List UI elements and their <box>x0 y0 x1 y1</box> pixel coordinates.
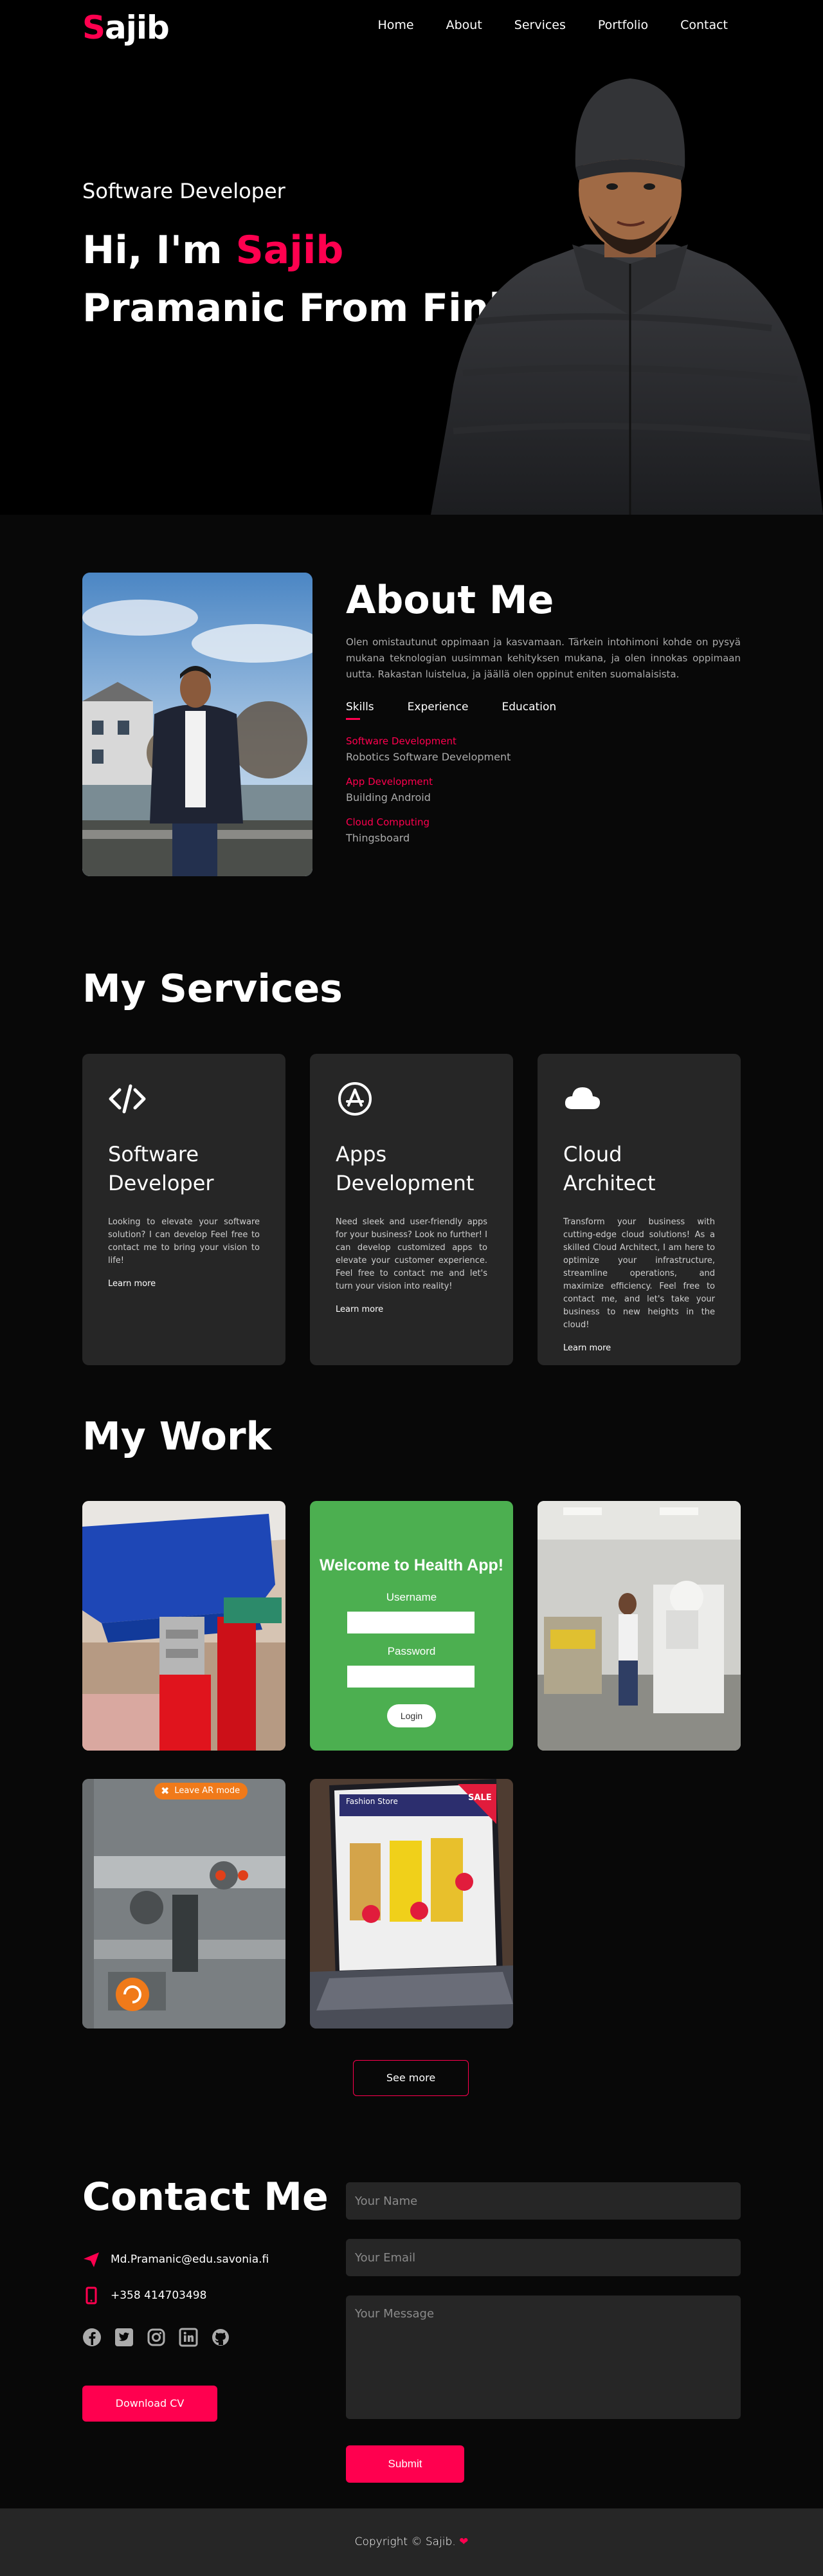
service-title: Software Developer <box>108 1142 214 1195</box>
tab-skills[interactable]: Skills <box>346 701 374 722</box>
hero-subtitle: Software Developer <box>82 179 285 203</box>
app-store-icon <box>338 1082 372 1116</box>
password-field <box>347 1666 475 1688</box>
ar-mode-label: Leave AR mode <box>174 1786 240 1796</box>
main-nav: Home About Services Portfolio Contact <box>345 18 728 32</box>
work-image <box>310 1779 513 2029</box>
nav-about[interactable]: About <box>446 18 482 32</box>
name-input[interactable] <box>346 2182 741 2220</box>
contact-phone: +358 414703498 <box>82 2286 206 2305</box>
instagram-icon[interactable] <box>147 2328 166 2347</box>
twitter-icon[interactable] <box>114 2328 134 2347</box>
hero-section: Sajib Home About Services Portfolio Cont… <box>0 0 823 515</box>
hero-title-prefix: Hi, I'm <box>82 228 236 273</box>
logo-initial: S <box>82 9 105 46</box>
download-cv-button[interactable]: Download CV <box>82 2386 217 2422</box>
work-item-health-app[interactable]: Welcome to Health App! Username Password… <box>310 1501 513 1751</box>
see-more-button[interactable]: See more <box>353 2060 469 2096</box>
facebook-icon[interactable] <box>82 2328 102 2347</box>
skill-detail: Building Android <box>346 791 431 804</box>
paper-plane-icon <box>84 2252 99 2267</box>
tab-education[interactable]: Education <box>502 701 556 722</box>
about-paragraph: Olen omistautunut oppimaan ja kasvamaan.… <box>346 636 741 680</box>
nav-home[interactable]: Home <box>377 18 413 32</box>
nav-portfolio[interactable]: Portfolio <box>598 18 648 32</box>
skill-detail: Thingsboard <box>346 832 410 844</box>
about-title: About Me <box>346 578 554 623</box>
username-label: Username <box>386 1591 437 1603</box>
store-title: Fashion Store <box>346 1797 398 1806</box>
logo-text: ajib <box>105 9 170 46</box>
contact-title: Contact Me <box>82 2175 329 2220</box>
contact-email: Md.Pramanic@edu.savonia.fi <box>82 2250 269 2268</box>
sale-badge: SALE <box>468 1793 492 1803</box>
phone-icon <box>86 2286 97 2305</box>
copyright-text: Copyright © Sajib. <box>354 2535 456 2548</box>
about-section: About Me Olen omistautunut oppimaan ja k… <box>346 573 741 857</box>
learn-more-link[interactable]: Learn more <box>108 1279 156 1289</box>
skills-list: Software Development Robotics Software De… <box>346 735 741 844</box>
services-title: My Services <box>82 966 343 1011</box>
github-icon[interactable] <box>211 2328 230 2347</box>
email-input[interactable] <box>346 2239 741 2276</box>
work-item-robot-lab[interactable] <box>538 1501 741 1751</box>
cloud-icon <box>565 1087 601 1109</box>
username-field <box>347 1612 475 1633</box>
tab-experience[interactable]: Experience <box>408 701 469 722</box>
heart-icon: ❤ <box>459 2535 469 2548</box>
work-title: My Work <box>82 1414 272 1459</box>
skill-title: App Development <box>346 776 433 787</box>
learn-more-link[interactable]: Learn more <box>563 1343 611 1353</box>
service-title: Cloud Architect <box>563 1142 656 1195</box>
about-tabs: Skills Experience Education <box>346 701 741 722</box>
service-card-apps: Apps Development Need sleek and user-frie… <box>310 1054 513 1365</box>
service-text: Looking to elevate your software solutio… <box>108 1217 260 1265</box>
close-icon: ✖ <box>161 1785 170 1797</box>
hero-title-name: Sajib <box>235 228 344 273</box>
work-image <box>82 1501 285 1751</box>
work-item-robot-gripper[interactable] <box>82 1501 285 1751</box>
hero-portrait-image <box>431 78 823 515</box>
about-photo-image <box>82 573 312 876</box>
nav-contact[interactable]: Contact <box>680 18 728 32</box>
service-card-software: Software Developer Looking to elevate you… <box>82 1054 285 1365</box>
skill-title: Software Development <box>346 735 457 747</box>
work-item-ar-factory[interactable]: ✖ Leave AR mode <box>82 1779 285 2029</box>
skill-detail: Robotics Software Development <box>346 751 511 763</box>
ar-mode-badge: ✖ Leave AR mode <box>154 1783 248 1799</box>
message-input[interactable] <box>346 2295 741 2419</box>
submit-button[interactable]: Submit <box>346 2445 464 2483</box>
footer: Copyright © Sajib. ❤ <box>0 2508 823 2576</box>
logo[interactable]: Sajib <box>82 9 170 46</box>
service-title: Apps Development <box>336 1142 475 1195</box>
work-item-fashion-store[interactable]: Fashion Store SALE <box>310 1779 513 2029</box>
code-icon <box>109 1084 146 1114</box>
service-text: Need sleek and user-friendly apps for yo… <box>336 1217 487 1291</box>
health-app-heading: Welcome to Health App! <box>319 1556 504 1574</box>
learn-more-link[interactable]: Learn more <box>336 1305 383 1314</box>
service-card-cloud: Cloud Architect Transform your business w… <box>538 1054 741 1365</box>
contact-email-text: Md.Pramanic@edu.savonia.fi <box>111 2253 269 2266</box>
list-item: Software Development Robotics Software De… <box>346 735 741 763</box>
about-photo <box>82 573 312 876</box>
nav-services[interactable]: Services <box>514 18 566 32</box>
service-text: Transform your business with cutting-edg… <box>563 1217 715 1330</box>
list-item: Cloud Computing Thingsboard <box>346 816 741 844</box>
login-button: Login <box>387 1704 436 1727</box>
work-image <box>538 1501 741 1751</box>
linkedin-icon[interactable] <box>179 2328 198 2347</box>
password-label: Password <box>387 1645 436 1657</box>
contact-phone-text: +358 414703498 <box>111 2289 207 2302</box>
work-image <box>82 1779 285 2029</box>
skill-title: Cloud Computing <box>346 816 430 828</box>
list-item: App Development Building Android <box>346 776 741 804</box>
social-links <box>82 2328 230 2347</box>
